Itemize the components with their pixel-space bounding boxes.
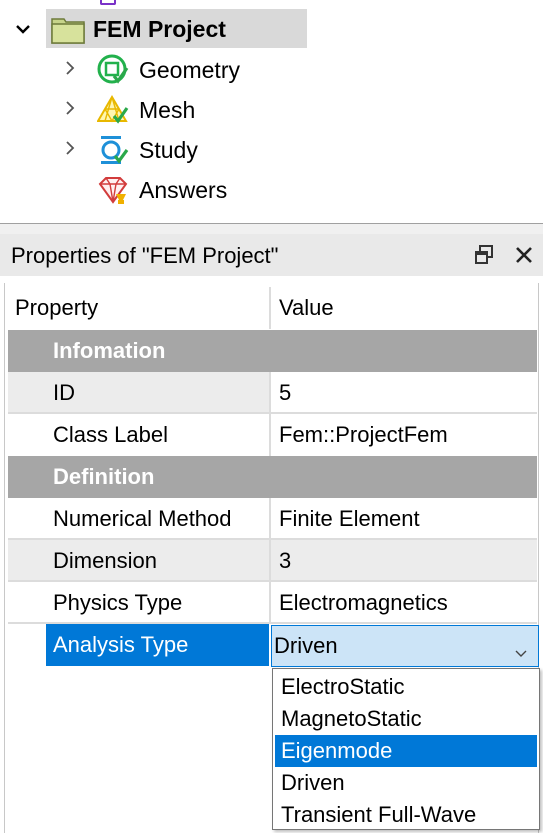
property-value-class-label[interactable]: Fem::ProjectFem [271, 414, 537, 456]
property-value-physics-type[interactable]: Electromagnetics [271, 582, 537, 624]
column-divider [269, 372, 271, 456]
chevron-down-icon[interactable] [514, 640, 528, 657]
combobox-value: Driven [274, 633, 338, 658]
folder-icon [51, 13, 85, 45]
property-label-id[interactable]: ID [8, 372, 269, 414]
partial-item-icon [100, 0, 116, 5]
tree-item-label: Study [139, 136, 198, 163]
property-value-numerical-method[interactable]: Finite Element [271, 498, 537, 540]
tree-item-geometry[interactable]: Geometry [97, 50, 240, 90]
close-icon[interactable] [512, 243, 536, 267]
property-label-dimension[interactable]: Dimension [8, 540, 269, 582]
dropdown-option-electrostatic[interactable]: ElectroStatic [275, 671, 537, 703]
tree-item-label: Geometry [139, 56, 240, 83]
analysis-type-combobox[interactable]: Driven [271, 625, 539, 667]
project-tree: FEM Project Geometry Mesh Study Answers [0, 0, 543, 224]
dropdown-option-transient-full-wave[interactable]: Transient Full-Wave [275, 799, 537, 831]
column-header-value[interactable]: Value [271, 287, 537, 329]
group-header-infomation[interactable]: Infomation [8, 330, 537, 372]
dropdown-option-eigenmode[interactable]: Eigenmode [275, 735, 537, 767]
column-header-property[interactable]: Property [9, 287, 269, 329]
property-label-physics-type[interactable]: Physics Type [8, 582, 269, 624]
geometry-icon [97, 54, 129, 86]
mesh-icon [97, 94, 129, 126]
chevron-right-icon[interactable] [63, 61, 77, 75]
tree-item-mesh[interactable]: Mesh [97, 90, 195, 130]
property-label-class-label[interactable]: Class Label [8, 414, 269, 456]
property-value-id[interactable]: 5 [271, 372, 537, 414]
group-header-definition[interactable]: Definition [8, 456, 537, 498]
tree-item-label: Mesh [139, 96, 196, 123]
property-value-dimension[interactable]: 3 [271, 540, 537, 582]
tree-item-label: FEM Project [93, 15, 226, 42]
column-divider [269, 498, 271, 624]
dropdown-option-magnetostatic[interactable]: MagnetoStatic [275, 703, 537, 735]
panel-splitter[interactable] [0, 224, 543, 234]
column-divider [269, 287, 271, 329]
chevron-right-icon[interactable] [63, 101, 77, 115]
chevron-right-icon[interactable] [63, 141, 77, 155]
chevron-down-icon[interactable] [16, 22, 30, 36]
answers-icon [97, 174, 129, 206]
dropdown-option-driven[interactable]: Driven [275, 767, 537, 799]
analysis-type-dropdown-list: ElectroStatic MagnetoStatic Eigenmode Dr… [272, 668, 540, 830]
property-label-numerical-method[interactable]: Numerical Method [8, 498, 269, 540]
tree-item-label: Answers [139, 176, 228, 203]
properties-title: Properties of "FEM Project" [11, 243, 279, 268]
study-icon [97, 134, 129, 166]
tree-item-fem-project[interactable]: FEM Project [51, 9, 226, 49]
tree-item-study[interactable]: Study [97, 130, 198, 170]
float-window-icon[interactable] [472, 243, 496, 267]
properties-dock-header: Properties of "FEM Project" [0, 234, 543, 276]
tree-item-answers[interactable]: Answers [97, 170, 227, 210]
property-label-analysis-type[interactable]: Analysis Type [46, 624, 269, 666]
